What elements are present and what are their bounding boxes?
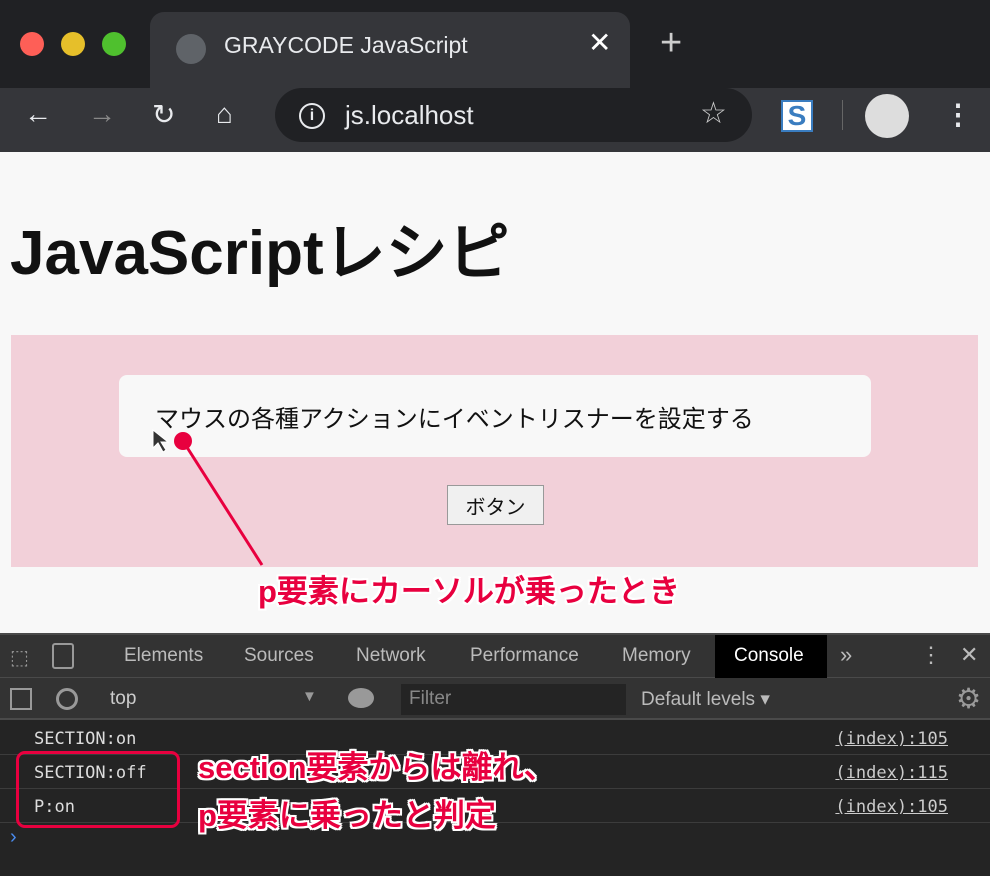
context-select[interactable]: top — [110, 688, 136, 710]
eye-icon[interactable] — [348, 688, 374, 708]
log-levels-select[interactable]: Default levels ▾ — [641, 688, 770, 711]
tab-sources[interactable]: Sources — [244, 645, 314, 667]
menu-icon[interactable]: ⋮ — [944, 98, 972, 131]
tab-network[interactable]: Network — [356, 645, 426, 667]
console-prompt[interactable]: › — [10, 826, 17, 849]
extension-icon[interactable]: S — [781, 100, 813, 132]
browser-tab[interactable]: GRAYCODE JavaScript ✕ — [150, 12, 630, 88]
devtools-menu-icon[interactable]: ⋮ — [920, 642, 942, 668]
device-toolbar-icon[interactable] — [52, 643, 74, 669]
console-toolbar: top ▼ Filter Default levels ▾ ⚙ — [0, 678, 990, 720]
home-icon[interactable]: ⌂ — [216, 98, 233, 130]
cursor-icon — [152, 428, 170, 453]
clear-console-icon[interactable] — [56, 688, 78, 710]
devtools-tabs: ⬚ Elements Sources Network Performance M… — [0, 633, 990, 678]
log-source-link[interactable]: (index):105 — [835, 797, 948, 817]
globe-icon — [176, 34, 206, 64]
filter-input[interactable]: Filter — [401, 684, 626, 715]
console-annotation-line1: section要素からは離れ、 — [198, 750, 555, 785]
browser-toolbar: ← → ↻ ⌂ i js.localhost ☆ S ⋮ — [0, 88, 990, 152]
cursor-annotation: p要素にカーソルが乗ったとき — [258, 574, 680, 609]
avatar[interactable] — [865, 94, 909, 138]
log-source-link[interactable]: (index):105 — [835, 729, 948, 749]
tab-elements[interactable]: Elements — [124, 645, 203, 667]
tab-title: GRAYCODE JavaScript — [224, 32, 468, 58]
divider — [842, 100, 843, 130]
tab-strip: GRAYCODE JavaScript ✕ + — [0, 0, 990, 88]
page-content: JavaScriptレシピ マウスの各種アクションにイベントリスナーを設定する … — [0, 152, 990, 633]
back-icon[interactable]: ← — [24, 98, 52, 130]
close-devtools-icon[interactable]: ✕ — [960, 642, 978, 668]
url-text: js.localhost — [345, 100, 474, 130]
tab-performance[interactable]: Performance — [470, 645, 579, 667]
close-tab-icon[interactable]: ✕ — [588, 26, 611, 59]
log-message: SECTION:on — [34, 729, 137, 749]
forward-icon[interactable]: → — [88, 98, 116, 130]
chevron-down-icon[interactable]: ▼ — [302, 688, 317, 705]
maximize-window-button[interactable] — [102, 32, 126, 56]
gear-icon[interactable]: ⚙ — [956, 682, 981, 715]
pointer-dot — [174, 432, 192, 450]
more-tabs-icon[interactable]: » — [840, 642, 852, 668]
new-tab-button[interactable]: + — [660, 22, 682, 65]
address-bar[interactable]: i js.localhost ☆ — [275, 88, 752, 142]
highlight-box — [16, 751, 180, 828]
inspect-icon[interactable]: ⬚ — [10, 645, 29, 670]
close-window-button[interactable] — [20, 32, 44, 56]
annotation-pointer — [152, 428, 264, 566]
pointer-line — [181, 440, 264, 566]
console-annotation-line2: p要素に乗ったと判定 — [198, 798, 496, 833]
sidebar-toggle-icon[interactable] — [10, 688, 32, 710]
info-icon[interactable]: i — [299, 103, 325, 129]
tab-memory[interactable]: Memory — [622, 645, 691, 667]
tab-console[interactable]: Console — [715, 635, 827, 678]
star-icon[interactable]: ☆ — [700, 96, 727, 131]
minimize-window-button[interactable] — [61, 32, 85, 56]
reload-icon[interactable]: ↻ — [152, 98, 175, 131]
log-source-link[interactable]: (index):115 — [835, 763, 948, 783]
